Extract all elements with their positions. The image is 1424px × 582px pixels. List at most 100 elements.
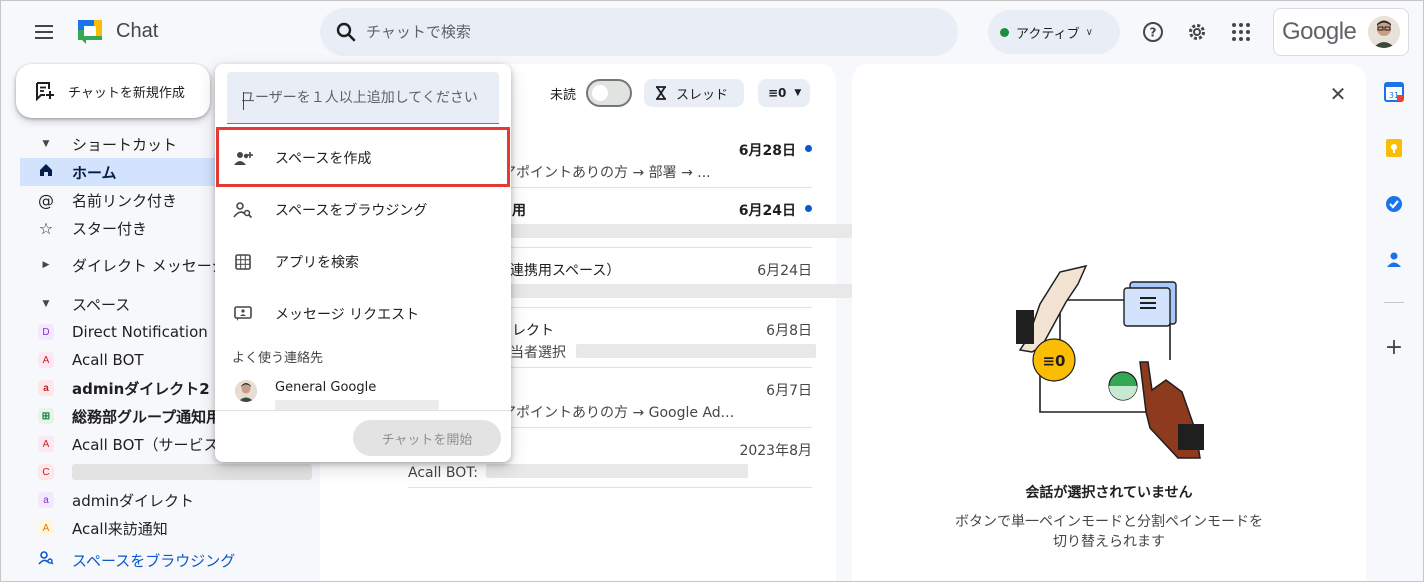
sidebar-item-label: Acall来訪通知	[72, 519, 168, 538]
start-chat-button[interactable]: チャットを開始	[353, 420, 501, 456]
redacted-preview	[486, 464, 748, 478]
caret-right-icon: ▶	[42, 260, 50, 270]
home-icon	[36, 163, 56, 181]
new-chat-label: チャットを新規作成	[68, 85, 185, 101]
sidebar-item-label: 総務部グループ通知用	[72, 407, 222, 426]
sidebar-item-label: Acall BOT	[72, 351, 144, 369]
apps-launcher-icon[interactable]	[1229, 20, 1253, 44]
contact-name: General Google	[275, 380, 377, 395]
message-requests-menu-item[interactable]: メッセージ リクエスト	[215, 288, 511, 340]
conversation-date: 6月24日	[738, 203, 796, 219]
status-label: アクティブ	[1016, 26, 1080, 42]
sidebar-item-label: adminダイレクト	[72, 491, 195, 510]
space-avatar-badge: a	[38, 380, 54, 396]
message-request-icon	[233, 304, 253, 324]
unread-toggle[interactable]	[586, 79, 632, 107]
contacts-icon[interactable]	[1384, 250, 1404, 270]
sidebar-browse-spaces[interactable]: スペースをブラウジング	[20, 546, 320, 574]
search-input[interactable]	[366, 23, 926, 41]
tasks-icon[interactable]	[1384, 194, 1404, 214]
settings-gear-icon[interactable]	[1185, 20, 1209, 44]
unread-filter-label: 未読	[550, 88, 577, 103]
view-mode-chip[interactable]: ≡0 ▼	[758, 79, 810, 107]
conversation-preview: 当者選択	[510, 345, 566, 361]
status-dot	[1000, 27, 1009, 37]
add-app-icon[interactable]: +	[1384, 336, 1404, 360]
caret-down-icon: ▼	[42, 299, 50, 309]
conversation-preview: アポイントありの方 → 部署 → ...	[502, 165, 711, 181]
chevron-down-icon: ∨	[1085, 26, 1093, 38]
dropdown-divider	[215, 410, 511, 411]
space-avatar-badge: D	[38, 324, 54, 340]
sidebar-item-label: スター付き	[72, 219, 148, 238]
sidebar-space-item[interactable]: A Acall来訪通知	[20, 514, 320, 542]
account-box[interactable]: Google	[1273, 8, 1409, 56]
app-title: Chat	[116, 20, 159, 42]
redacted-preview	[502, 224, 852, 238]
space-avatar-badge: ⊞	[38, 408, 54, 424]
conversation-date: 2023年8月	[739, 443, 812, 459]
calendar-icon[interactable]: 31	[1384, 82, 1404, 102]
sidebar-item-label: adminダイレクト2	[72, 379, 210, 398]
star-icon: ☆	[38, 218, 54, 238]
thread-chip-label: スレッド	[676, 87, 729, 103]
redacted-preview	[502, 284, 852, 298]
empty-state-description: ボタンで単一ペインモードと分割ペインモードを切り替えられます	[955, 514, 1263, 550]
shortcuts-header: ショートカット	[72, 135, 178, 154]
menu-item-label: アプリを検索	[275, 255, 359, 271]
sidebar-item-label: ホーム	[72, 163, 117, 182]
conversation-preview: アポイントありの方 → Google Ad...	[502, 405, 735, 421]
apps-grid-icon	[233, 252, 253, 272]
empty-state-title: 会話が選択されていません	[1025, 485, 1193, 501]
create-space-menu-item[interactable]: スペースを作成	[215, 132, 511, 184]
sidebar-space-item[interactable]: a adminダイレクト	[20, 486, 320, 514]
space-avatar-badge: A	[38, 352, 54, 368]
thread-filter-chip[interactable]: スレッド	[644, 79, 744, 107]
browse-spaces-menu-item[interactable]: スペースをブラウジング	[215, 184, 511, 236]
conversation-date: 6月7日	[766, 383, 812, 399]
help-icon[interactable]: ?	[1141, 20, 1165, 44]
contact-avatar	[235, 380, 257, 402]
browse-people-icon	[36, 550, 56, 570]
redacted-space-name	[72, 464, 312, 480]
find-apps-menu-item[interactable]: アプリを検索	[215, 236, 511, 288]
add-users-input[interactable]	[227, 72, 499, 124]
frequent-contact-item[interactable]: General Google	[215, 370, 511, 414]
search-icon	[336, 22, 356, 42]
main-menu-button[interactable]	[30, 20, 58, 44]
browse-people-icon	[233, 200, 253, 220]
dm-header: ダイレクト メッセージ	[72, 256, 227, 275]
space-avatar-badge: a	[38, 492, 54, 508]
svg-text:≡0: ≡0	[1042, 352, 1065, 370]
unread-dot	[805, 145, 812, 152]
close-icon[interactable]: ✕	[1326, 82, 1350, 106]
add-group-icon	[233, 148, 253, 168]
conversation-date: 6月24日	[757, 263, 812, 279]
menu-item-label: メッセージ リクエスト	[275, 307, 420, 323]
sidebar-item-label: Direct Notification	[72, 323, 208, 341]
at-icon: @	[38, 190, 54, 210]
rail-divider	[1384, 302, 1404, 303]
google-wordmark: Google	[1282, 18, 1357, 45]
avatar[interactable]	[1368, 16, 1401, 48]
empty-state-illustration: ≡0	[1016, 264, 1204, 459]
unread-dot	[805, 205, 812, 212]
new-chat-button[interactable]: チャットを新規作成	[16, 64, 210, 118]
conversation-date: 6月28日	[738, 143, 796, 159]
keep-icon[interactable]	[1384, 138, 1404, 158]
space-avatar-badge: A	[38, 520, 54, 536]
chevron-down-icon: ▼	[794, 88, 802, 98]
view-mode-label: ≡0	[768, 86, 787, 100]
status-selector[interactable]: アクティブ ∨	[988, 10, 1120, 54]
conversation-date: 6月8日	[766, 323, 812, 339]
space-avatar-badge: A	[38, 436, 54, 452]
contact-email-redacted	[275, 400, 439, 410]
chat-logo-icon	[78, 20, 102, 44]
svg-text:?: ?	[1150, 26, 1157, 40]
sidebar-item-label: 名前リンク付き	[72, 191, 178, 210]
text-cursor	[243, 92, 244, 110]
sidebar-space-item[interactable]: C	[20, 458, 320, 486]
sidebar-item-label: スペースをブラウジング	[72, 551, 236, 570]
search-bar[interactable]	[320, 8, 958, 56]
new-chat-icon	[36, 82, 54, 102]
